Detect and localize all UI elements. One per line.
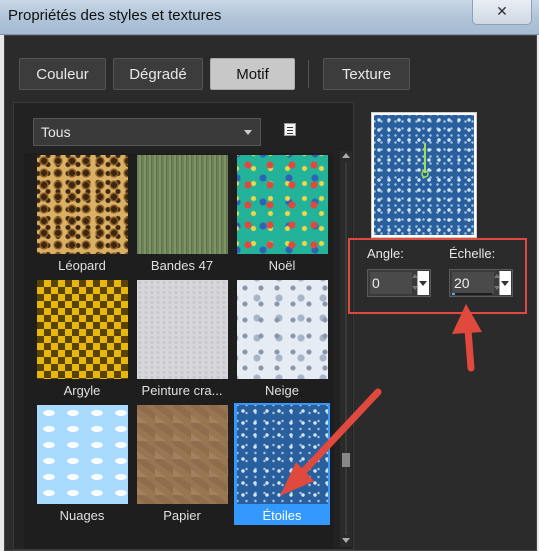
- pattern-label: Noël: [268, 258, 296, 273]
- scale-slider-track[interactable]: [452, 293, 492, 295]
- pattern-item-peinture-craquelee[interactable]: Peinture cra...: [134, 278, 230, 400]
- angle-handle-icon[interactable]: [418, 141, 432, 181]
- window-title: Propriétés des styles et textures: [8, 7, 222, 24]
- pattern-browser: Tous Léopard Bandes 47 Noël Argyle Peint…: [13, 102, 354, 550]
- category-dropdown-value: Tous: [41, 124, 71, 140]
- leopard-pattern-icon: [37, 155, 128, 254]
- pattern-preview[interactable]: [371, 112, 477, 238]
- library-menu-icon[interactable]: [284, 123, 296, 136]
- close-icon: ✕: [496, 3, 508, 19]
- pattern-label: Argyle: [63, 383, 101, 398]
- scroll-up-icon[interactable]: [342, 153, 350, 158]
- tab-degrade[interactable]: Dégradé: [113, 58, 203, 90]
- pattern-item-bandes-47[interactable]: Bandes 47: [134, 153, 230, 275]
- scroll-down-icon[interactable]: [342, 538, 350, 543]
- scroll-track: [345, 163, 347, 535]
- pattern-item-argyle[interactable]: Argyle: [34, 278, 130, 400]
- green-stripes-pattern-icon: [137, 155, 228, 254]
- pattern-item-papier[interactable]: Papier: [134, 403, 230, 525]
- tab-motif[interactable]: Motif: [210, 58, 295, 90]
- scale-slider-fill: [452, 293, 455, 295]
- clouds-pattern-icon: [37, 405, 128, 504]
- pattern-label: Bandes 47: [150, 258, 214, 273]
- pattern-item-nuages[interactable]: Nuages: [34, 403, 130, 525]
- angle-dropdown-button[interactable]: [417, 271, 429, 295]
- close-button[interactable]: ✕: [472, 0, 532, 25]
- pattern-label: Peinture cra...: [141, 383, 223, 398]
- pattern-label: Étoiles: [262, 508, 302, 523]
- tab-texture[interactable]: Texture: [323, 58, 410, 90]
- argyle-pattern-icon: [37, 280, 128, 379]
- pattern-label: Léopard: [58, 258, 106, 273]
- pattern-item-neige[interactable]: Neige: [234, 278, 330, 400]
- chevron-down-icon: [244, 130, 252, 135]
- pattern-gallery: Léopard Bandes 47 Noël Argyle Peinture c…: [24, 153, 334, 549]
- christmas-pattern-icon: [237, 155, 328, 254]
- pattern-item-etoiles[interactable]: Étoiles: [234, 403, 330, 525]
- pattern-item-noel[interactable]: Noël: [234, 153, 330, 275]
- angle-input[interactable]: [370, 272, 412, 294]
- angle-spinner[interactable]: [367, 269, 431, 297]
- stars-pattern-icon: [237, 405, 328, 504]
- tab-divider: [308, 60, 309, 88]
- scale-spinner[interactable]: [449, 269, 513, 297]
- scale-input[interactable]: [452, 272, 494, 294]
- gallery-scrollbar[interactable]: [340, 151, 352, 547]
- scale-label: Échelle:: [449, 246, 496, 261]
- scale-dropdown-button[interactable]: [499, 271, 511, 295]
- scroll-thumb[interactable]: [342, 453, 350, 467]
- snow-pattern-icon: [237, 280, 328, 379]
- title-bar: Propriétés des styles et textures ✕: [0, 0, 539, 35]
- category-dropdown[interactable]: Tous: [33, 118, 261, 146]
- crackle-paint-pattern-icon: [137, 280, 228, 379]
- paper-pattern-icon: [137, 405, 228, 504]
- pattern-label: Neige: [265, 383, 299, 398]
- pattern-label: Papier: [163, 508, 201, 523]
- dialog-body: Couleur Dégradé Motif Texture Tous Léopa…: [4, 35, 537, 551]
- tab-couleur[interactable]: Couleur: [19, 58, 106, 90]
- angle-label: Angle:: [367, 246, 404, 261]
- pattern-label: Nuages: [59, 508, 105, 523]
- pattern-item-leopard[interactable]: Léopard: [34, 153, 130, 275]
